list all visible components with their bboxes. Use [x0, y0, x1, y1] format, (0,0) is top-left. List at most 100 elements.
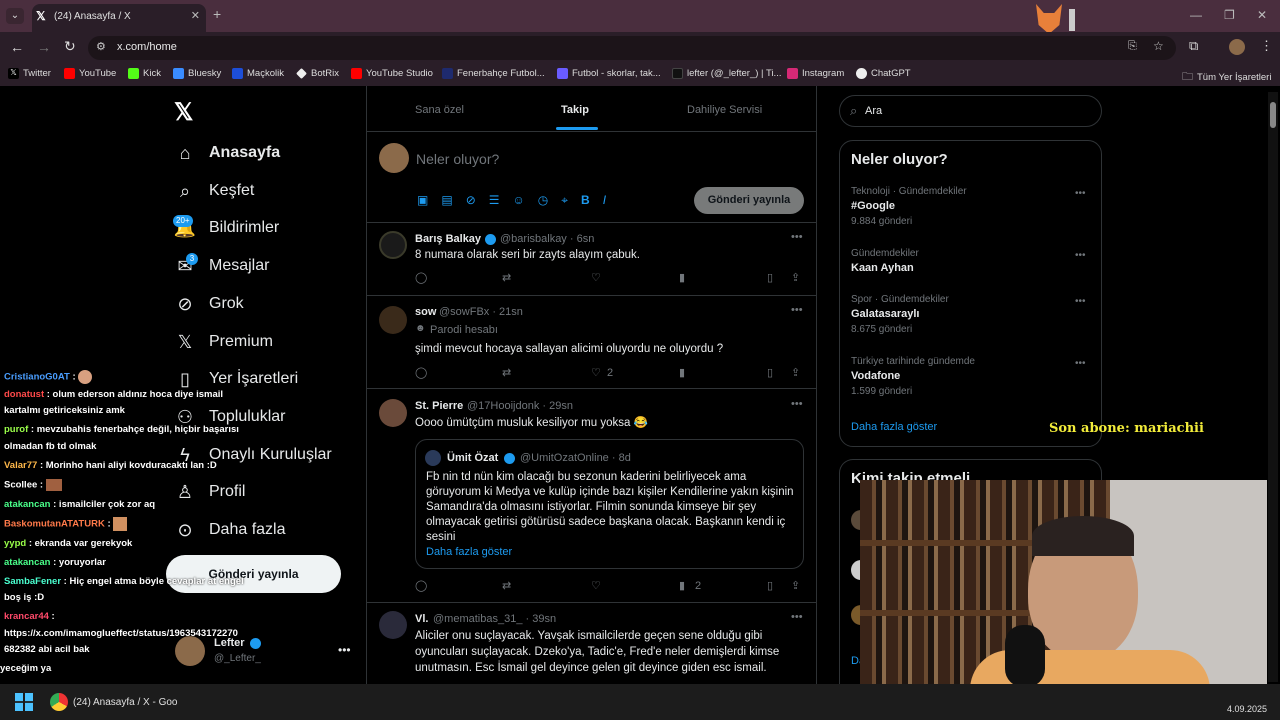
quote-show-more-link[interactable]: Daha fazla göster	[426, 546, 512, 558]
forward-icon[interactable]: →	[37, 39, 51, 55]
tweet-author: Barış Balkay	[415, 233, 482, 245]
trend-more-icon[interactable]: •••	[1075, 358, 1086, 369]
trend-item[interactable]: Teknoloji · Gündemdekiler #Google 9.884 …	[851, 186, 1091, 227]
bookmark-youtube[interactable]: YouTube	[64, 68, 116, 79]
share-icon[interactable]: ⇪	[791, 271, 800, 284]
reply-icon[interactable]: ◯	[415, 366, 427, 379]
bold-icon[interactable]: B	[581, 193, 590, 208]
chat-line: kartalmı getiriceksiniz amk	[4, 405, 125, 416]
chat-line: CristianoG0AT :	[4, 370, 93, 384]
bookmark-kick[interactable]: Kick	[128, 68, 161, 79]
nav-explore[interactable]: ⌕ Keşfet	[175, 181, 254, 201]
views-icon[interactable]: ▮	[679, 579, 685, 592]
chatgpt-icon	[856, 68, 867, 79]
install-icon[interactable]: ⎘	[1128, 40, 1137, 53]
trend-more-icon[interactable]: •••	[1075, 188, 1086, 199]
tweet[interactable]: Barış Balkay @barisbalkay · 6sn ••• 8 nu…	[367, 223, 816, 295]
retweet-icon[interactable]: ⇄	[502, 366, 511, 379]
share-icon[interactable]: ⇪	[791, 366, 800, 379]
reply-icon[interactable]: ◯	[415, 271, 427, 284]
reload-icon[interactable]: ↻	[64, 38, 76, 55]
image-icon[interactable]: ▣	[417, 193, 428, 208]
bookmark-tiktok[interactable]: lefter (@_lefter_) | Ti...	[672, 68, 781, 79]
views-icon[interactable]: ▮	[679, 366, 685, 379]
grok-compose-icon[interactable]: ⊘	[466, 193, 476, 208]
trend-item[interactable]: Türkiye tarihinde gündemde Vodafone 1.59…	[851, 356, 1091, 397]
extensions-icon[interactable]: ⧉	[1189, 38, 1198, 54]
all-bookmarks-folder[interactable]: 🗀 Tüm Yer İşaretleri	[1182, 68, 1271, 87]
like-icon[interactable]: ♡	[591, 271, 601, 284]
address-bar[interactable]: ⚙ x.com/home ⎘ ☆	[88, 36, 1176, 60]
trend-more-icon[interactable]: •••	[1075, 250, 1086, 261]
retweet-icon[interactable]: ⇄	[502, 271, 511, 284]
bookmark-instagram[interactable]: Instagram	[787, 68, 844, 79]
share-icon[interactable]: ⇪	[791, 579, 800, 592]
tweet-more-icon[interactable]: •••	[791, 231, 803, 243]
account-menu-icon[interactable]: •••	[338, 643, 351, 657]
like-icon[interactable]: ♡	[591, 366, 601, 379]
bookmark-icon[interactable]: ▯	[767, 579, 773, 592]
trends-show-more-link[interactable]: Daha fazla göster	[851, 421, 937, 433]
retweet-icon[interactable]: ⇄	[502, 579, 511, 592]
bookmark-chatgpt[interactable]: ChatGPT	[856, 68, 911, 79]
taskbar-app-title[interactable]: (24) Anasayfa / X - Goo	[73, 697, 178, 708]
profile-avatar[interactable]	[1229, 39, 1245, 55]
bookmark-icon[interactable]: ▯	[767, 271, 773, 284]
menu-icon[interactable]: ⋮	[1260, 38, 1273, 54]
compose-post-button[interactable]: Gönderi yayınla	[694, 187, 804, 214]
bookmark-mackolik[interactable]: Maçkolik	[232, 68, 284, 79]
bookmark-youtube-studio[interactable]: YouTube Studio	[351, 68, 433, 79]
reply-icon[interactable]: ◯	[415, 579, 427, 592]
tweet-handle: @17Hooijdonk · 29sn	[467, 400, 573, 412]
search-input[interactable]: ⌕ Ara	[839, 95, 1102, 127]
bookmark-icon[interactable]: ▯	[767, 366, 773, 379]
tweet-more-icon[interactable]: •••	[791, 304, 803, 316]
bookmark-fenerbahce[interactable]: Fenerbahçe Futbol...	[442, 68, 545, 79]
chat-line: yypd : ekranda var gerekyok	[4, 538, 133, 549]
gif-icon[interactable]: ▤	[441, 193, 452, 208]
tab-following[interactable]: Takip	[561, 104, 589, 116]
last-subscriber-overlay: Son abone: mariachii	[1049, 421, 1204, 436]
close-icon[interactable]: ✕	[191, 9, 200, 22]
tab-dahiliye[interactable]: Dahiliye Servisi	[687, 104, 762, 116]
quote-tweet[interactable]: Ümit Özat @UmitOzatOnline · 8d Fb nin td…	[415, 439, 804, 569]
trend-item[interactable]: Spor · Gündemdekiler Galatasaraylı 8.675…	[851, 294, 1091, 335]
tweet[interactable]: Vl. @mematibas_31_ · 39sn ••• Aliciler o…	[367, 603, 816, 684]
quote-text: Fb nin td nün kim olacağı bu sezonun kad…	[426, 471, 794, 543]
tweet-more-icon[interactable]: •••	[791, 398, 803, 410]
close-window-icon[interactable]: ✕	[1257, 8, 1267, 22]
bookmark-twitter[interactable]: 𝕏 Twitter	[8, 68, 51, 79]
trend-item[interactable]: Gündemdekiler Kaan Ayhan	[851, 248, 1091, 274]
italic-icon[interactable]: I	[603, 193, 606, 208]
tweet-more-icon[interactable]: •••	[791, 611, 803, 623]
new-tab-icon[interactable]: +	[213, 6, 221, 22]
trend-more-icon[interactable]: •••	[1075, 296, 1086, 307]
like-icon[interactable]: ♡	[591, 579, 601, 592]
bookmark-botrix[interactable]: BotRix	[296, 68, 339, 79]
bookmark-futbol[interactable]: Futbol - skorlar, tak...	[557, 68, 661, 79]
x-logo-icon[interactable]: 𝕏	[174, 98, 193, 127]
page-scrollbar[interactable]	[1268, 92, 1278, 682]
tweet[interactable]: sow @sowFBx · 21sn ••• ☻ Parodi hesabı ş…	[367, 296, 816, 388]
emoji-icon[interactable]: ☺	[513, 193, 525, 208]
location-icon[interactable]: ⌖	[561, 193, 568, 208]
scrollbar-thumb[interactable]	[1270, 102, 1276, 128]
tab-list-button[interactable]: ⌄	[6, 8, 24, 24]
minimize-icon[interactable]: —	[1190, 8, 1202, 22]
chrome-taskbar-icon[interactable]	[50, 693, 68, 711]
nav-grok[interactable]: ⊘ Grok	[175, 294, 243, 314]
bookmark-bluesky[interactable]: Bluesky	[173, 68, 221, 79]
tweet[interactable]: St. Pierre @17Hooijdonk · 29sn ••• Oooo …	[367, 389, 816, 602]
back-icon[interactable]: ←	[10, 39, 24, 55]
site-info-icon[interactable]: ⚙	[96, 40, 106, 53]
tab-for-you[interactable]: Sana özel	[415, 104, 464, 116]
restore-icon[interactable]: ❐	[1224, 8, 1235, 22]
views-icon[interactable]: ▮	[679, 271, 685, 284]
schedule-icon[interactable]: ◷	[538, 193, 548, 208]
chat-line: Valar77 : Morinho hani aliyi kovduracakt…	[4, 460, 217, 471]
compose-input[interactable]: Neler oluyor?	[416, 151, 499, 167]
bookmark-star-icon[interactable]: ☆	[1153, 39, 1164, 53]
browser-tab[interactable]: 𝕏 (24) Anasayfa / X ✕	[32, 4, 206, 32]
nav-home[interactable]: ⌂ Anasayfa	[175, 143, 281, 163]
poll-icon[interactable]: ☰	[489, 193, 500, 208]
